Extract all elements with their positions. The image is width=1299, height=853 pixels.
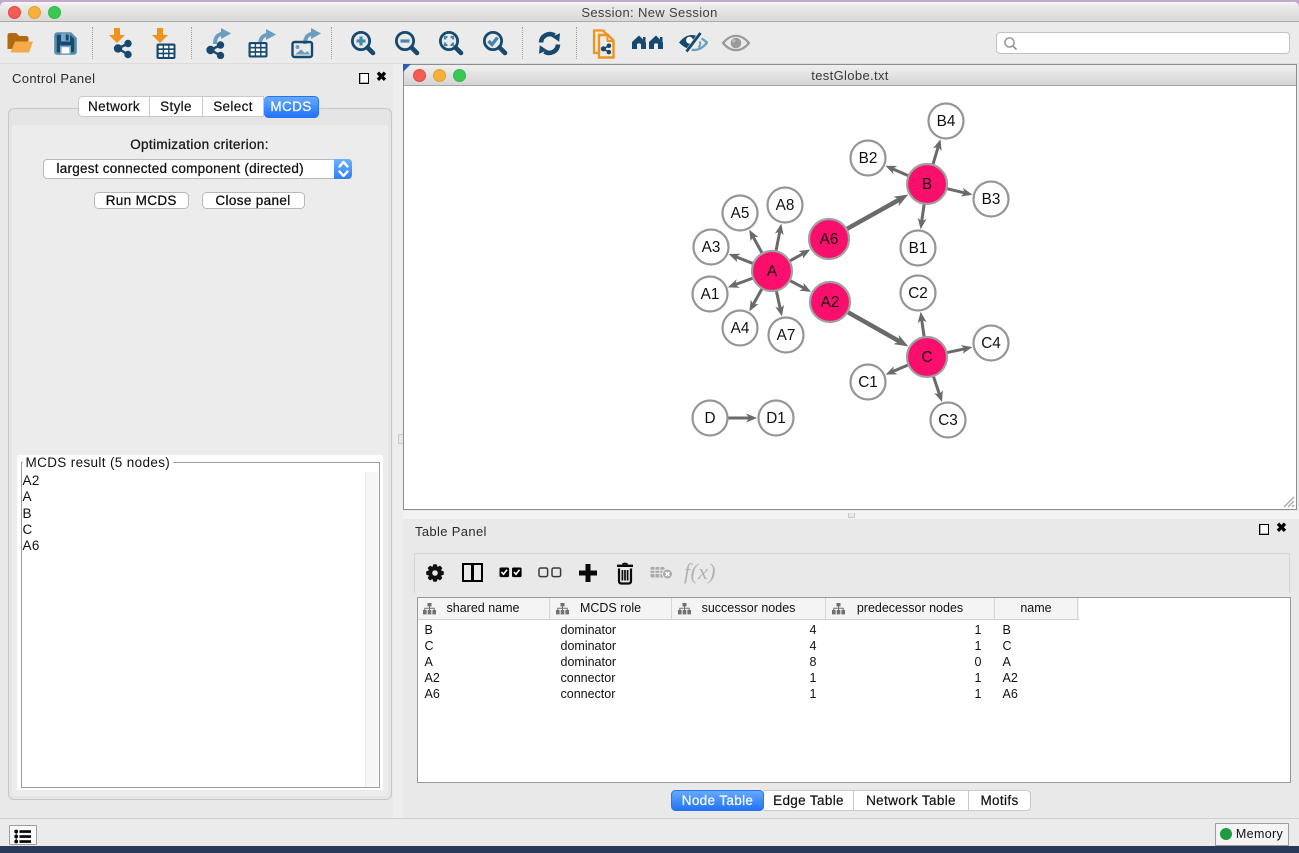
svg-text:A7: A7: [777, 327, 796, 344]
svg-text:C4: C4: [981, 335, 1001, 352]
svg-text:A5: A5: [731, 205, 750, 222]
svg-text:A6: A6: [820, 231, 839, 248]
svg-text:D1: D1: [766, 410, 786, 427]
svg-text:A8: A8: [776, 197, 795, 214]
svg-text:C2: C2: [908, 285, 928, 302]
svg-text:A4: A4: [731, 320, 750, 337]
svg-text:C3: C3: [938, 412, 958, 429]
svg-text:B3: B3: [982, 191, 1001, 208]
svg-text:C: C: [921, 349, 932, 366]
svg-text:B1: B1: [909, 240, 928, 257]
svg-text:A3: A3: [702, 239, 721, 256]
svg-text:C1: C1: [858, 374, 878, 391]
svg-text:A2: A2: [821, 294, 840, 311]
svg-text:A: A: [767, 263, 778, 280]
svg-text:B4: B4: [937, 113, 956, 130]
svg-text:A1: A1: [701, 286, 720, 303]
svg-text:D: D: [704, 410, 715, 427]
svg-text:B: B: [922, 176, 932, 193]
svg-text:B2: B2: [859, 150, 878, 167]
